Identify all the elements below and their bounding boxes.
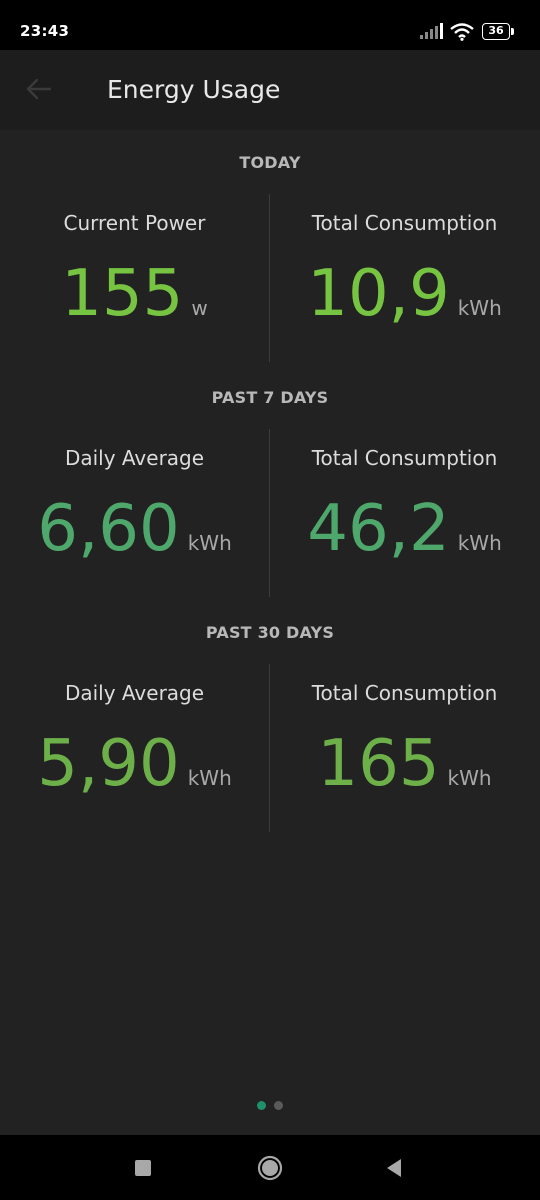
metric-current-power: Current Power 155 w [0, 194, 269, 362]
metric-label: Daily Average [64, 681, 205, 705]
system-nav-bar [0, 1135, 540, 1200]
recents-button[interactable] [130, 1155, 156, 1181]
status-bar: 23:43 36 [0, 0, 540, 50]
section-header-past-30-days: PAST 30 DAYS [205, 623, 335, 642]
metric-label: Total Consumption [311, 211, 498, 235]
recents-square-icon [135, 1160, 151, 1176]
page-indicator [0, 1095, 540, 1110]
metric-value: 165 [317, 727, 440, 801]
back-nav-button[interactable] [381, 1155, 407, 1181]
metric-total-consumption-today: Total Consumption 10,9 kWh [270, 194, 539, 362]
metric-total-consumption-30d: Total Consumption 165 kWh [270, 664, 539, 832]
metric-unit: kWh [447, 766, 492, 790]
metric-daily-average-7d: Daily Average 6,60 kWh [0, 429, 269, 597]
page-dot-1[interactable] [257, 1101, 266, 1110]
metric-total-consumption-7d: Total Consumption 46,2 kWh [270, 429, 539, 597]
metric-unit: kWh [187, 531, 232, 555]
metric-value: 5,90 [37, 727, 180, 801]
back-button[interactable] [18, 68, 60, 110]
home-button[interactable] [257, 1155, 283, 1181]
metric-value: 46,2 [307, 492, 450, 566]
section-header-today: TODAY [239, 153, 301, 172]
metric-value: 6,60 [37, 492, 180, 566]
page-title: Energy Usage [107, 75, 281, 104]
signal-icon [420, 23, 443, 39]
metric-label: Daily Average [64, 446, 205, 470]
metric-label: Total Consumption [311, 446, 498, 470]
battery-level: 36 [482, 23, 510, 40]
battery-icon: 36 [482, 23, 514, 40]
metric-unit: w [191, 296, 208, 320]
metric-row-past-30-days: Daily Average 5,90 kWh Total Consumption … [0, 664, 540, 834]
metric-value: 10,9 [307, 257, 450, 331]
app-bar: Energy Usage [0, 50, 540, 130]
metric-label: Total Consumption [311, 681, 498, 705]
arrow-left-icon [26, 78, 52, 100]
section-header-past-7-days: PAST 7 DAYS [211, 388, 329, 407]
metric-unit: kWh [187, 766, 232, 790]
back-triangle-icon [387, 1159, 401, 1177]
metric-unit: kWh [457, 296, 502, 320]
status-time: 23:43 [20, 22, 70, 40]
home-circle-icon [257, 1155, 283, 1181]
metric-daily-average-30d: Daily Average 5,90 kWh [0, 664, 269, 832]
wifi-icon [450, 23, 474, 41]
metric-row-today: Current Power 155 w Total Consumption 10,… [0, 194, 540, 364]
metric-row-past-7-days: Daily Average 6,60 kWh Total Consumption … [0, 429, 540, 599]
metric-value: 155 [61, 257, 184, 331]
page-dot-2[interactable] [274, 1101, 283, 1110]
metric-unit: kWh [457, 531, 502, 555]
metric-label: Current Power [63, 211, 206, 235]
